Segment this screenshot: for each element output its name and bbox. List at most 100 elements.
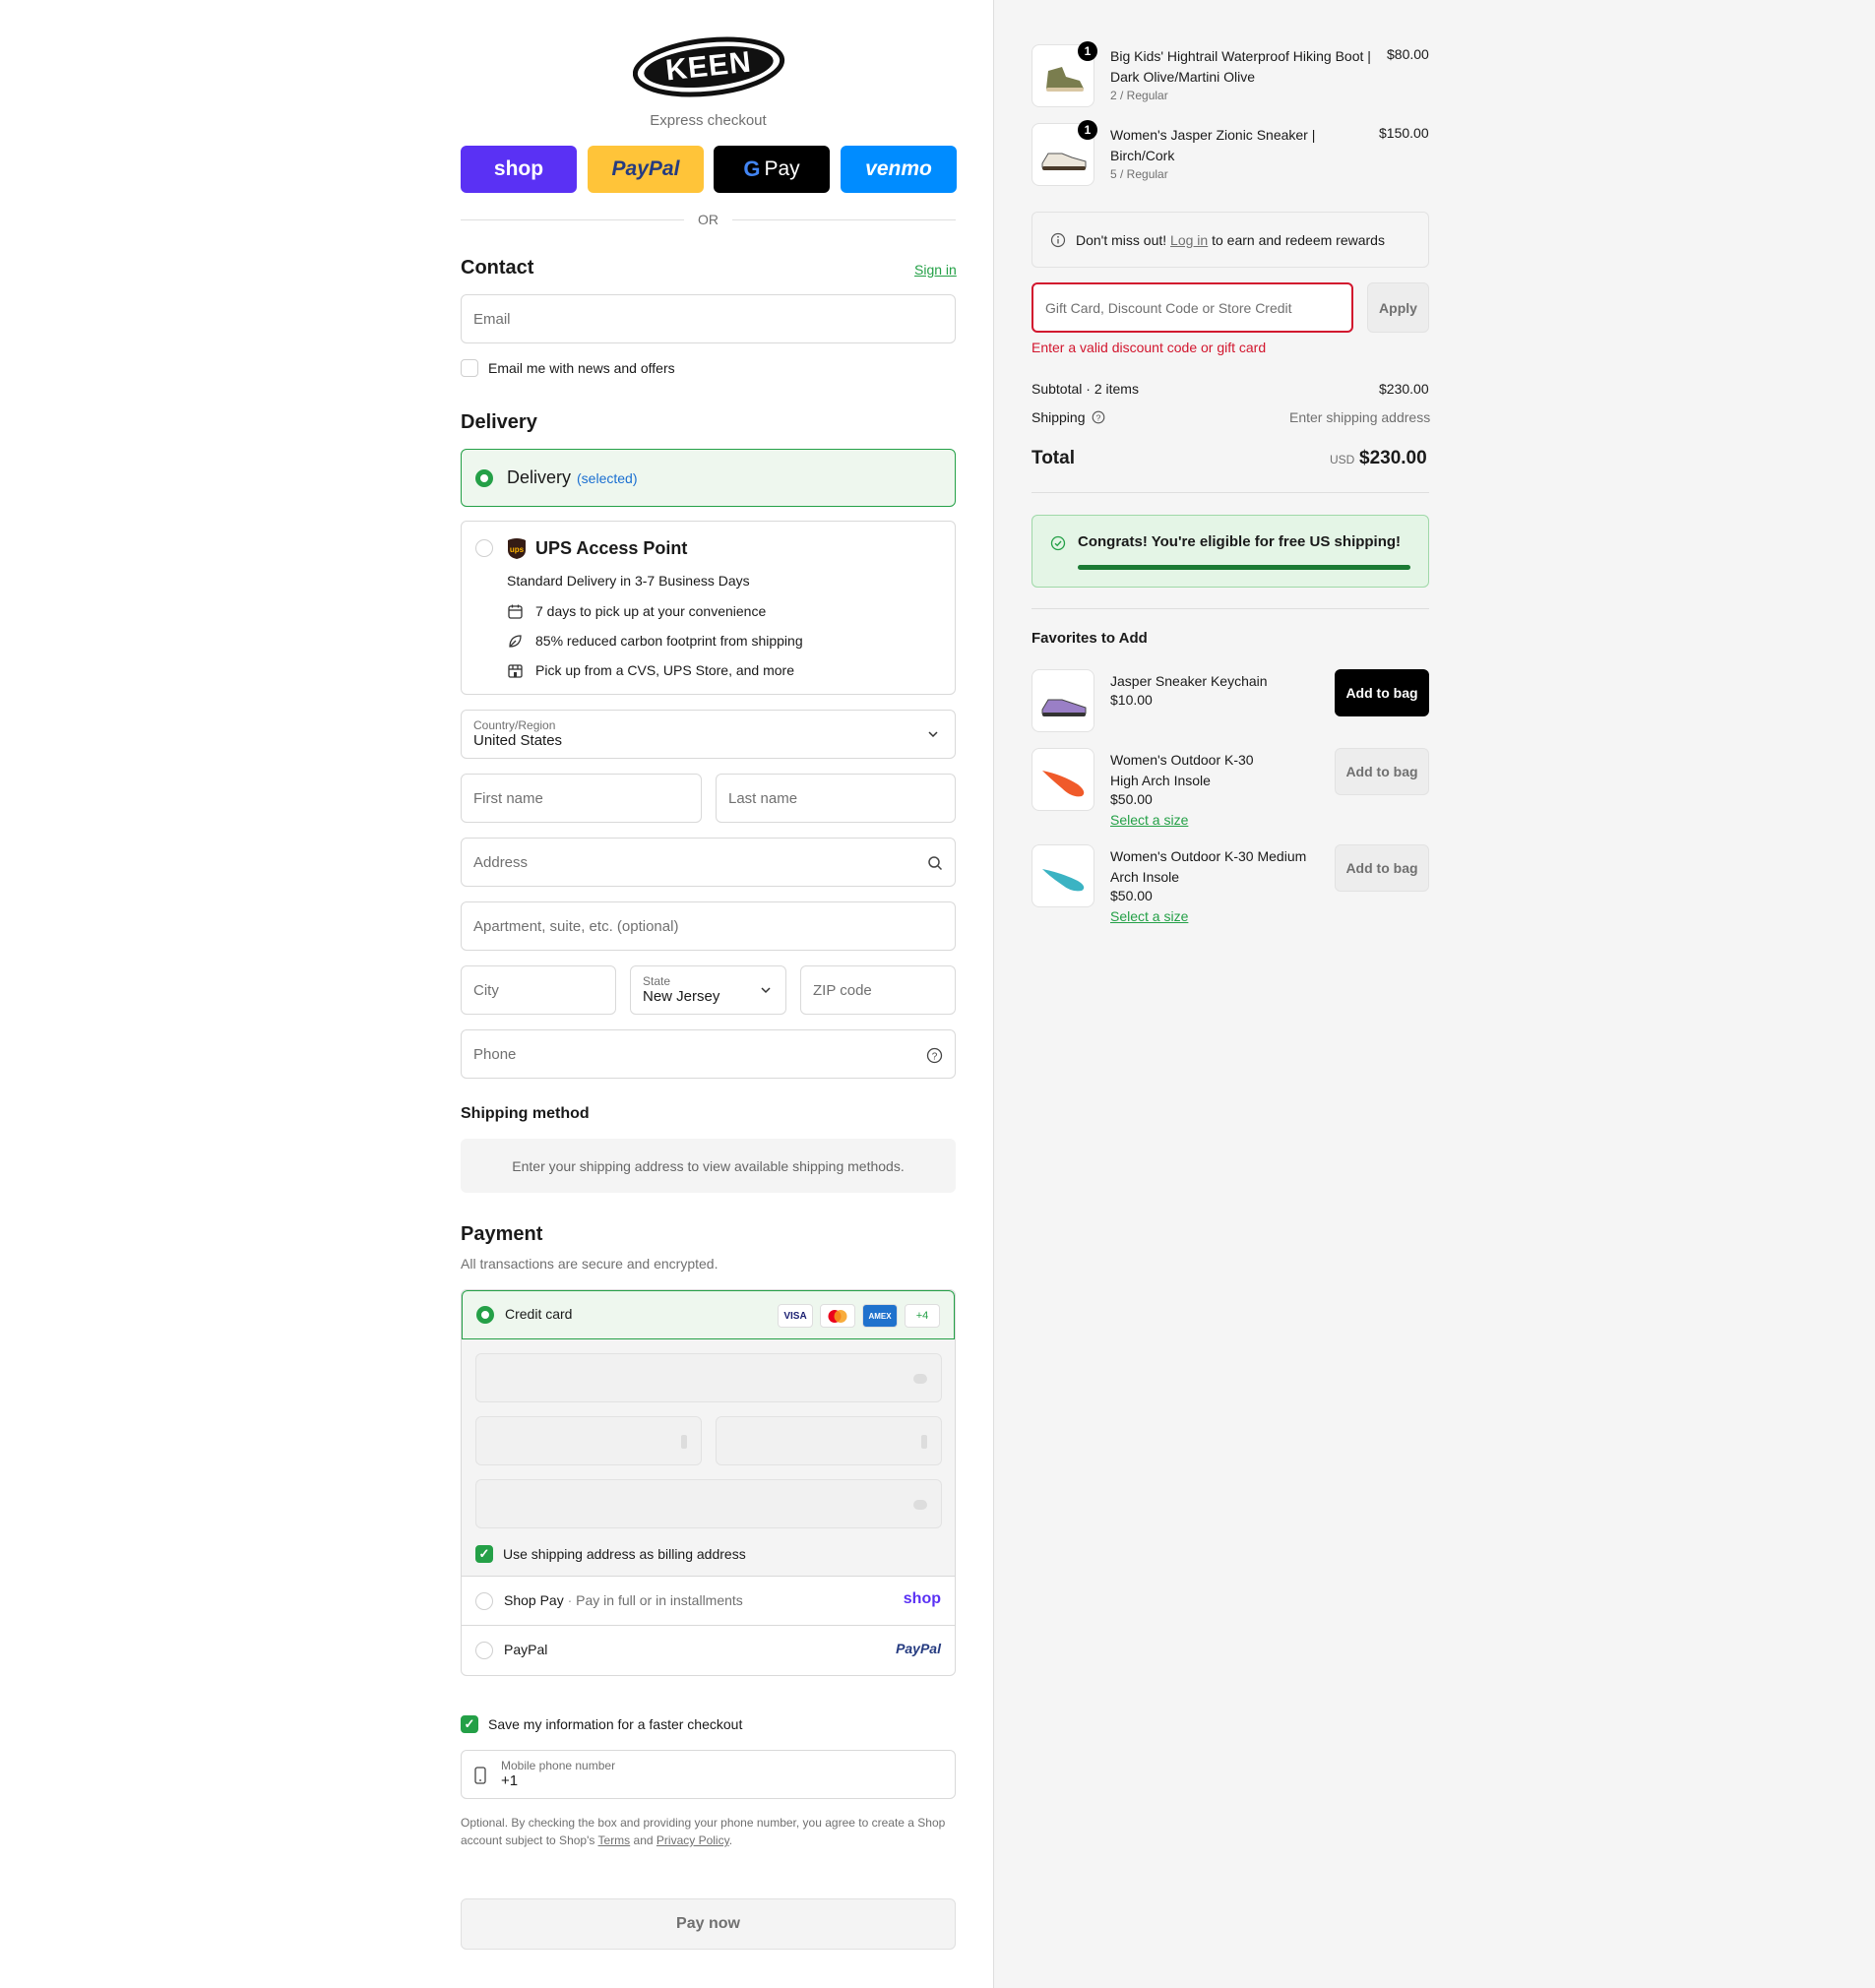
quantity-badge: 1 — [1078, 41, 1097, 61]
credit-card-option[interactable]: Credit card VISA AMEX +4 — [462, 1290, 955, 1339]
free-shipping-banner: Congrats! You're eligible for free US sh… — [1031, 515, 1429, 588]
insole-image — [1042, 771, 1085, 797]
venmo-button[interactable]: venmo — [841, 146, 957, 193]
security-code-field[interactable] — [716, 1416, 942, 1465]
card-number-field[interactable] — [475, 1353, 942, 1402]
select-size-link[interactable]: Select a size — [1110, 812, 1188, 828]
express-checkout-label: Express checkout — [650, 112, 767, 129]
keen-logo[interactable]: KEEN — [633, 36, 785, 98]
phone-placeholder: Phone — [473, 1045, 517, 1063]
order-item-price: $80.00 — [1387, 46, 1429, 62]
terms-link[interactable]: Terms — [598, 1833, 631, 1847]
order-item-thumbnail: 1 — [1031, 120, 1097, 186]
save-info-checkbox-row[interactable]: ✓ Save my information for a faster check… — [461, 1715, 742, 1733]
last-name-field[interactable]: Last name — [716, 774, 956, 823]
address-field[interactable]: Address — [461, 838, 956, 887]
address-placeholder: Address — [473, 853, 529, 871]
expiration-field[interactable] — [475, 1416, 702, 1465]
apartment-field[interactable]: Apartment, suite, etc. (optional) — [461, 901, 956, 951]
add-to-bag-button[interactable]: Add to bag — [1335, 844, 1429, 892]
subtotal-value: $230.00 — [1379, 381, 1429, 397]
mobile-value: +1 — [501, 1772, 519, 1789]
rewards-login-link[interactable]: Log in — [1170, 232, 1208, 248]
news-checkbox-row[interactable]: Email me with news and offers — [461, 359, 675, 377]
mastercard-icon — [820, 1304, 855, 1328]
discount-code-input[interactable]: Gift Card, Discount Code or Store Credit — [1031, 282, 1353, 333]
order-item-name: Big Kids' Hightrail Waterproof Hiking Bo… — [1110, 48, 1371, 85]
favorite-name: Women's Outdoor K-30 High Arch Insole — [1110, 752, 1254, 788]
billing-checkbox-row[interactable]: ✓ Use shipping address as billing addres… — [475, 1545, 746, 1563]
ups-feature: 85% reduced carbon footprint from shippi… — [507, 626, 803, 655]
shop-pay-button[interactable]: shop — [461, 146, 577, 193]
apply-button[interactable]: Apply — [1367, 282, 1429, 333]
news-checkbox[interactable] — [461, 359, 478, 377]
ups-radio[interactable] — [475, 539, 493, 557]
email-field[interactable]: Email — [461, 294, 956, 343]
favorite-thumbnail[interactable] — [1031, 669, 1094, 732]
chevron-down-icon — [761, 987, 771, 994]
order-item-variant: 5 / Regular — [1110, 167, 1168, 181]
save-info-label: Save my information for a faster checkou… — [488, 1716, 743, 1732]
email-placeholder: Email — [473, 310, 511, 328]
disclaimer-period: . — [728, 1833, 733, 1847]
state-label: State — [643, 974, 671, 988]
first-name-field[interactable]: First name — [461, 774, 702, 823]
check-circle-icon — [1050, 535, 1066, 551]
phone-field[interactable]: Phone ? — [461, 1029, 956, 1079]
store-icon — [508, 663, 523, 678]
ups-access-point-option[interactable]: ups UPS Access Point Standard Delivery i… — [461, 521, 956, 695]
paypal-button[interactable]: PayPal — [588, 146, 704, 193]
visa-icon: VISA — [778, 1304, 813, 1328]
discount-error: Enter a valid discount code or gift card — [1031, 340, 1267, 355]
billing-checkbox[interactable]: ✓ — [475, 1545, 493, 1563]
country-select[interactable]: Country/Region United States — [461, 710, 956, 759]
pay-now-button[interactable]: Pay now — [461, 1898, 956, 1950]
select-size-link[interactable]: Select a size — [1110, 908, 1188, 924]
save-info-disclaimer: Optional. By checking the box and provid… — [461, 1814, 956, 1849]
venmo-logo: venmo — [865, 157, 932, 180]
favorite-thumbnail[interactable] — [1031, 844, 1094, 907]
save-info-checkbox[interactable]: ✓ — [461, 1715, 478, 1733]
keychain-image — [1041, 699, 1087, 716]
shop-pay-option[interactable]: Shop Pay · Pay in full or in installment… — [462, 1577, 955, 1626]
ups-subtitle: Standard Delivery in 3-7 Business Days — [507, 573, 750, 589]
favorite-name: Women's Outdoor K-30 Medium Arch Insole — [1110, 848, 1307, 885]
shipping-method-heading: Shipping method — [461, 1105, 590, 1122]
shop-pay-radio[interactable] — [475, 1592, 493, 1610]
order-item-price: $150.00 — [1379, 125, 1429, 141]
add-to-bag-button[interactable]: Add to bag — [1335, 669, 1429, 716]
info-icon — [1050, 232, 1066, 247]
help-icon[interactable]: ? — [926, 1047, 943, 1064]
delivery-selected-tag: (selected) — [577, 469, 638, 486]
city-field[interactable]: City — [461, 965, 616, 1015]
mobile-phone-field[interactable]: Mobile phone number +1 — [461, 1750, 956, 1799]
field-icon — [681, 1435, 687, 1449]
paypal-radio[interactable] — [475, 1642, 493, 1659]
delivery-radio[interactable] — [475, 468, 493, 487]
sign-in-link[interactable]: Sign in — [914, 262, 957, 278]
delivery-option-ship[interactable]: Delivery (selected) — [461, 449, 956, 507]
paypal-logo: PayPal — [896, 1641, 941, 1656]
ups-title: UPS Access Point — [535, 538, 688, 558]
privacy-link[interactable]: Privacy Policy — [656, 1833, 729, 1847]
order-item-name: Women's Jasper Zionic Sneaker | Birch/Co… — [1110, 127, 1316, 163]
gpay-label: Pay — [764, 157, 800, 180]
state-select[interactable]: State New Jersey — [630, 965, 786, 1015]
shipping-method-message: Enter your shipping address to view avai… — [461, 1139, 956, 1193]
delivery-option-label: Delivery — [507, 467, 572, 487]
favorite-thumbnail[interactable] — [1031, 748, 1094, 811]
google-pay-button[interactable]: G Pay — [714, 146, 830, 193]
shop-pay-logo: shop — [903, 1590, 941, 1607]
last-name-placeholder: Last name — [728, 789, 798, 807]
favorites-heading: Favorites to Add — [1031, 630, 1148, 647]
ups-feature-text: Pick up from a CVS, UPS Store, and more — [535, 662, 794, 678]
credit-card-radio[interactable] — [476, 1306, 494, 1324]
add-to-bag-button[interactable]: Add to bag — [1335, 748, 1429, 795]
total-currency: USD — [1330, 453, 1355, 466]
help-icon[interactable]: ? — [1092, 410, 1105, 424]
shop-pay-logo: shop — [493, 157, 544, 180]
name-on-card-field[interactable] — [475, 1479, 942, 1528]
leaf-icon — [509, 634, 522, 648]
zip-field[interactable]: ZIP code — [800, 965, 956, 1015]
paypal-option[interactable]: PayPal PayPal — [462, 1626, 955, 1675]
